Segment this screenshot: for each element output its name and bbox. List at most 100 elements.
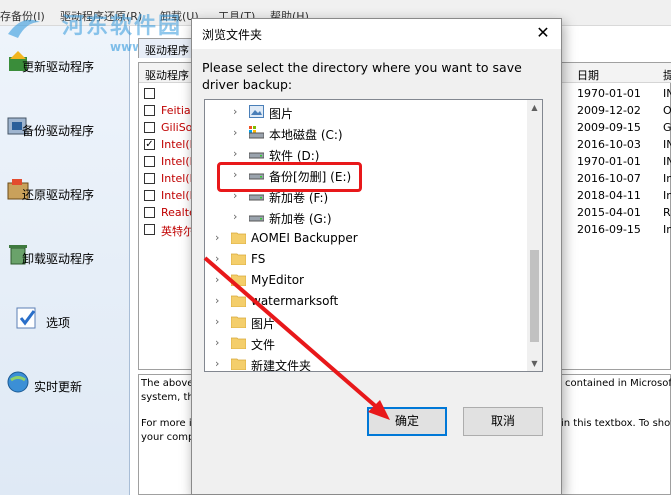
row-checkbox[interactable]	[144, 122, 155, 133]
driver-provider: G	[663, 121, 671, 134]
tree-node-label: 本地磁盘 (C:)	[269, 128, 343, 142]
tree-node-label: 新建文件夹	[251, 359, 312, 372]
tree-node-label: 文件	[251, 338, 276, 352]
live-update-icon	[7, 371, 29, 393]
driver-provider: R	[663, 206, 671, 219]
driver-provider: IN	[663, 87, 671, 100]
dialog-prompt: Please select the directory where you wa…	[202, 60, 522, 92]
sidebar-item-restore[interactable]: 还原驱动程序	[0, 162, 128, 222]
row-checkbox[interactable]: ✓	[144, 139, 155, 150]
driver-date: 1970-01-01	[577, 87, 641, 100]
column-header-date[interactable]: 日期	[577, 67, 599, 83]
dialog-title: 浏览文件夹	[202, 28, 263, 42]
chevron-right-icon[interactable]: ›	[215, 336, 219, 349]
sidebar-item-label: 更新驱动程序	[22, 60, 95, 74]
row-checkbox[interactable]	[144, 224, 155, 235]
browse-folder-dialog: 浏览文件夹 ✕ Please select the directory wher…	[191, 18, 562, 495]
driver-name: 英特尔	[161, 225, 194, 238]
sidebar-item-live-update[interactable]: 实时更新	[0, 354, 128, 414]
tree-node[interactable]: › watermarksoft	[205, 291, 527, 312]
sidebar-item-backup[interactable]: 备份驱动程序	[0, 98, 128, 158]
tree-node-label: MyEditor	[251, 273, 304, 287]
tree-scrollbar[interactable]: ▲ ▼	[527, 100, 542, 371]
scroll-down-icon[interactable]: ▼	[527, 356, 542, 371]
row-checkbox[interactable]	[144, 173, 155, 184]
tree-node[interactable]: › 本地磁盘 (C:)	[205, 123, 527, 144]
sidebar-item-label: 备份驱动程序	[22, 124, 95, 138]
driver-date: 2018-04-11	[577, 189, 641, 202]
driver-date: 2015-04-01	[577, 206, 641, 219]
row-checkbox[interactable]	[144, 105, 155, 116]
description-line: The above	[141, 378, 194, 389]
watermark-logo-icon	[8, 19, 40, 38]
driver-date: 2016-10-07	[577, 172, 641, 185]
driver-provider: IN	[663, 155, 671, 168]
chevron-right-icon[interactable]: ›	[215, 231, 219, 244]
sidebar-item-label: 选项	[46, 316, 71, 330]
driver-date: 1970-01-01	[577, 155, 641, 168]
description-line: your comp	[141, 432, 195, 443]
chevron-right-icon[interactable]: ›	[215, 294, 219, 307]
sidebar-item-label: 还原驱动程序	[22, 188, 95, 202]
ok-button[interactable]: 确定	[367, 407, 447, 436]
driver-provider: In	[663, 189, 671, 202]
description-line: For more in	[141, 418, 199, 429]
annotation-highlight-box	[217, 162, 362, 192]
sidebar-item-options[interactable]: 选项	[0, 290, 128, 350]
tree-node[interactable]: › 文件	[205, 333, 527, 354]
tree-node[interactable]: › 图片	[205, 102, 527, 123]
chevron-right-icon[interactable]: ›	[233, 210, 237, 223]
tree-node-label: 图片	[269, 107, 294, 121]
driver-provider: In	[663, 223, 671, 236]
chevron-right-icon[interactable]: ›	[233, 105, 237, 118]
tree-node-label: 图片	[251, 317, 276, 331]
chevron-right-icon[interactable]: ›	[215, 357, 219, 370]
folder-tree[interactable]: › 图片 › 本地磁盘 (C:) › 软件 (D:) › 备份[勿删] (E:) › 新加卷 (F…	[204, 99, 543, 372]
column-header-provider[interactable]: 提	[663, 67, 671, 83]
description-line: system, th	[141, 392, 194, 403]
sidebar-item-label: 实时更新	[34, 380, 83, 394]
row-checkbox[interactable]	[144, 88, 155, 99]
sidebar: 更新驱动程序 备份驱动程序 还原驱动程序 卸载驱动程序 选项 实时更新	[0, 26, 130, 495]
chevron-right-icon[interactable]: ›	[215, 273, 219, 286]
driver-date: 2009-09-15	[577, 121, 641, 134]
sidebar-item-update[interactable]: 更新驱动程序	[0, 34, 128, 94]
description-line: in this textbox. To show	[561, 418, 671, 429]
tree-node[interactable]: › FS	[205, 249, 527, 270]
driver-date: 2016-09-15	[577, 223, 641, 236]
tree-node[interactable]: › AOMEI Backupper	[205, 228, 527, 249]
tree-node[interactable]: › 新建文件夹	[205, 354, 527, 372]
scroll-up-icon[interactable]: ▲	[527, 100, 542, 115]
cancel-button[interactable]: 取消	[463, 407, 543, 436]
chevron-right-icon[interactable]: ›	[233, 126, 237, 139]
driver-date: 2009-12-02	[577, 104, 641, 117]
chevron-right-icon[interactable]: ›	[215, 252, 219, 265]
watermark-text: 河东软件园	[62, 14, 183, 39]
tree-node-label: AOMEI Backupper	[251, 231, 358, 245]
chevron-right-icon[interactable]: ›	[215, 315, 219, 328]
tree-node[interactable]: › 图片	[205, 312, 527, 333]
driver-provider: O	[663, 104, 671, 117]
close-icon[interactable]: ✕	[525, 19, 561, 49]
tree-node[interactable]: › MyEditor	[205, 270, 527, 291]
scrollbar-thumb[interactable]	[530, 250, 539, 342]
tab-drivers-label: 驱动程序	[145, 44, 189, 57]
tree-node[interactable]: › 新加卷 (G:)	[205, 207, 527, 228]
driver-date: 2016-10-03	[577, 138, 641, 151]
column-header-name[interactable]: 驱动程序	[145, 67, 189, 83]
row-checkbox[interactable]	[144, 190, 155, 201]
driver-provider: In	[663, 172, 671, 185]
dialog-title-bar[interactable]: 浏览文件夹 ✕	[192, 19, 561, 49]
driver-provider: IN	[663, 138, 671, 151]
row-checkbox[interactable]	[144, 207, 155, 218]
description-line: contained in Microsoft	[565, 378, 671, 389]
row-checkbox[interactable]	[144, 156, 155, 167]
sidebar-item-label: 卸载驱动程序	[22, 252, 95, 266]
chevron-right-icon[interactable]: ›	[233, 147, 237, 160]
driver-name: GiliSo	[161, 121, 193, 134]
tree-node-label: watermarksoft	[251, 294, 339, 308]
options-icon	[16, 307, 36, 329]
sidebar-item-uninstall[interactable]: 卸载驱动程序	[0, 226, 128, 286]
tree-node-label: 新加卷 (G:)	[269, 212, 332, 226]
tree-node-label: FS	[251, 252, 266, 266]
